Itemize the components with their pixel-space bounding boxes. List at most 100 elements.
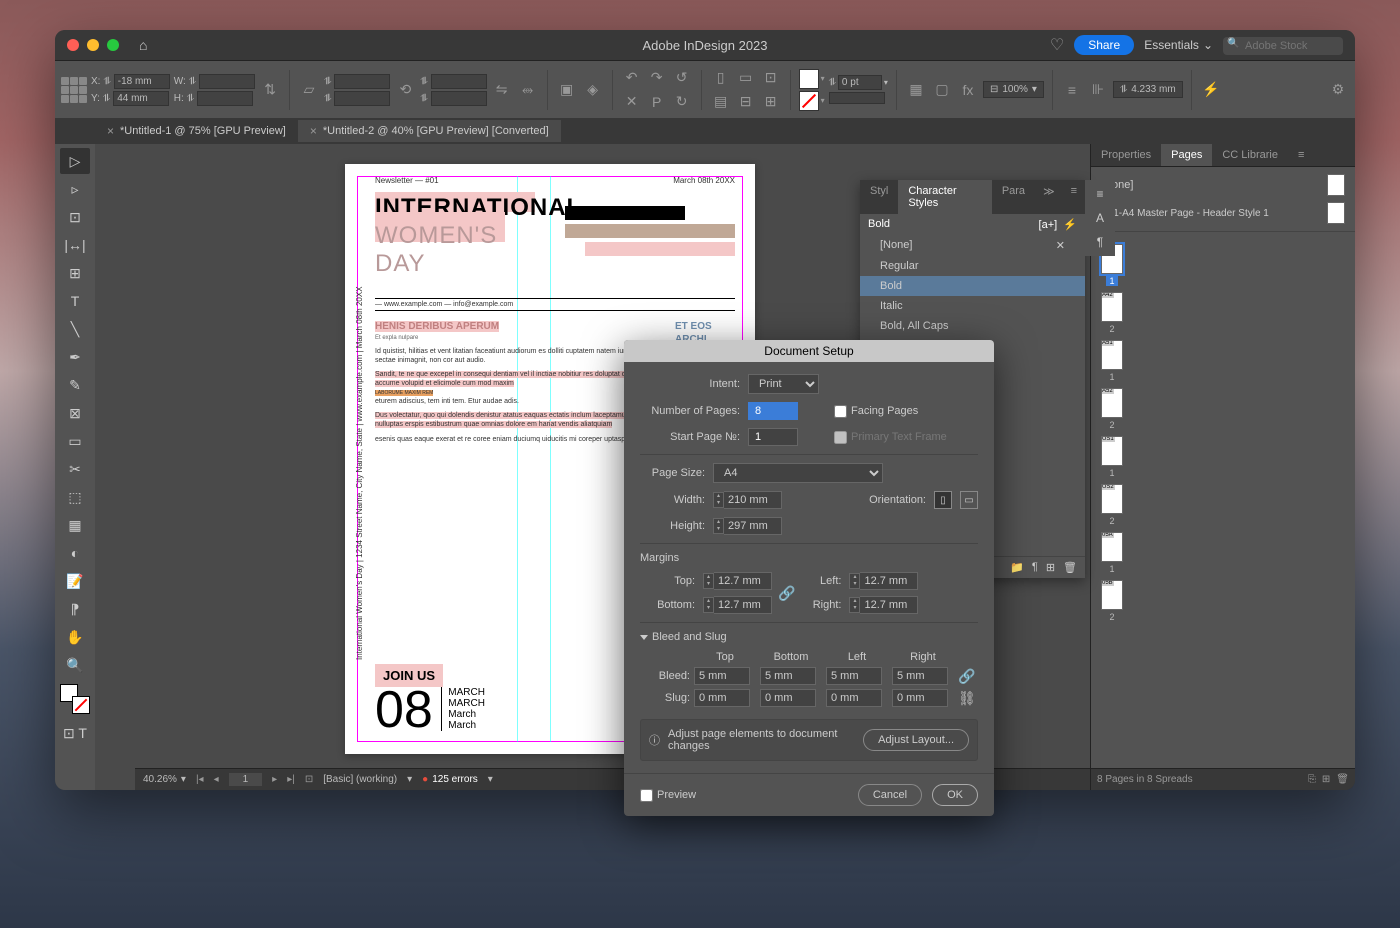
share-button[interactable]: Share bbox=[1074, 35, 1134, 55]
error-count[interactable]: 125 errors bbox=[422, 774, 478, 785]
select-content-icon[interactable]: ▣ bbox=[556, 79, 578, 101]
hand-tool[interactable]: ✋ bbox=[60, 624, 90, 650]
flip-v-icon[interactable]: ⥈ bbox=[517, 79, 539, 101]
page-thumbnail[interactable]: A51 bbox=[1101, 340, 1123, 370]
reference-point[interactable] bbox=[61, 77, 87, 103]
rotate-icon[interactable]: ⟲ bbox=[394, 79, 416, 101]
zoom-level[interactable]: 40.26%▾ bbox=[143, 774, 186, 785]
page-tool[interactable]: ⊡ bbox=[60, 204, 90, 230]
master-a41[interactable]: A41-A4 Master Page - Header Style 1 bbox=[1091, 199, 1355, 227]
constrain-icon[interactable]: ⇅ bbox=[259, 79, 281, 101]
slug-bottom[interactable] bbox=[760, 689, 816, 707]
margin-top-input[interactable] bbox=[714, 572, 772, 590]
page-thumbnail[interactable]: 05B bbox=[1101, 580, 1123, 610]
style-item[interactable]: Bold, All Caps bbox=[860, 316, 1085, 336]
style-item[interactable]: Italic bbox=[860, 296, 1085, 316]
next-page-icon[interactable]: ▸ bbox=[272, 774, 277, 785]
doc-tab-1[interactable]: ×*Untitled-1 @ 75% [GPU Preview] bbox=[95, 120, 298, 142]
bleed-slug-label[interactable]: Bleed and Slug bbox=[640, 631, 978, 643]
workspace-selector[interactable]: Essentials⌄ bbox=[1144, 38, 1213, 52]
x-position[interactable] bbox=[114, 74, 170, 89]
content-collector-tool[interactable]: ⊞ bbox=[60, 260, 90, 286]
landscape-button[interactable]: ▭ bbox=[960, 491, 978, 509]
panel-menu-icon[interactable]: ≡ bbox=[1288, 144, 1314, 166]
maximize-window[interactable] bbox=[107, 39, 119, 51]
minimize-window[interactable] bbox=[87, 39, 99, 51]
bleed-bottom[interactable] bbox=[760, 667, 816, 685]
portrait-button[interactable]: ▯ bbox=[934, 491, 952, 509]
intent-select[interactable]: Print bbox=[748, 374, 819, 394]
slug-left[interactable] bbox=[826, 689, 882, 707]
distribute-icon[interactable]: ⊪ bbox=[1087, 79, 1109, 101]
lightbulb-icon[interactable]: ♡ bbox=[1050, 35, 1064, 55]
select-container-icon[interactable]: ◈ bbox=[582, 79, 604, 101]
scissors-tool[interactable]: ✂ bbox=[60, 456, 90, 482]
tab-properties[interactable]: Properties bbox=[1091, 144, 1161, 166]
pen-tool[interactable]: ✒ bbox=[60, 344, 90, 370]
shear[interactable] bbox=[431, 91, 487, 106]
close-window[interactable] bbox=[67, 39, 79, 51]
direct-selection-tool[interactable]: ▹ bbox=[60, 176, 90, 202]
close-icon[interactable]: × bbox=[107, 124, 114, 138]
first-page-icon[interactable]: |◂ bbox=[196, 774, 204, 785]
trash-icon[interactable]: 🗑 bbox=[1063, 561, 1077, 574]
style-item[interactable]: Bold bbox=[860, 276, 1085, 296]
style-item[interactable]: [None]✕ bbox=[860, 235, 1085, 256]
settings-icon[interactable]: ⚙ bbox=[1327, 79, 1349, 101]
text-wrap-icon[interactable]: ▦ bbox=[905, 79, 927, 101]
tab-cc-libraries[interactable]: CC Librarie bbox=[1212, 144, 1288, 166]
scale-icon[interactable]: ▱ bbox=[298, 79, 320, 101]
page-size-select[interactable]: A4 bbox=[713, 463, 883, 483]
page-thumbnail[interactable]: A52 bbox=[1101, 388, 1123, 418]
margin-left-input[interactable] bbox=[860, 572, 918, 590]
note-tool[interactable]: 📝 bbox=[60, 568, 90, 594]
adjust-layout-button[interactable]: Adjust Layout... bbox=[863, 729, 969, 751]
home-icon[interactable]: ⌂ bbox=[139, 37, 147, 53]
ok-button[interactable]: OK bbox=[932, 784, 978, 806]
bolt-icon[interactable]: ⚡ bbox=[1200, 79, 1222, 101]
align-icon[interactable]: ≡ bbox=[1061, 79, 1083, 101]
new-style-icon[interactable]: [a+] bbox=[1039, 219, 1058, 231]
rectangle-tool[interactable]: ▭ bbox=[60, 428, 90, 454]
cancel-button[interactable]: Cancel bbox=[858, 784, 922, 806]
facing-pages-check[interactable]: Facing Pages bbox=[834, 405, 918, 418]
stroke-swatch[interactable] bbox=[799, 91, 819, 111]
corner-options-icon[interactable]: ▢ bbox=[931, 79, 953, 101]
y-position[interactable] bbox=[113, 91, 169, 106]
panel-menu-icon[interactable]: ≡ bbox=[1063, 180, 1085, 214]
gradient-feather-tool[interactable]: ◐ bbox=[60, 540, 90, 566]
flip-h-icon[interactable]: ⇋ bbox=[491, 79, 513, 101]
fill-stroke-swap[interactable] bbox=[60, 684, 90, 714]
preview-check[interactable]: Preview bbox=[640, 789, 696, 802]
free-transform-tool[interactable]: ⬚ bbox=[60, 484, 90, 510]
stroke-weight[interactable] bbox=[838, 75, 882, 90]
margin-right-input[interactable] bbox=[860, 596, 918, 614]
margin-bottom-input[interactable] bbox=[714, 596, 772, 614]
clear-icon[interactable]: ✕ bbox=[1056, 239, 1065, 252]
page-height-input[interactable] bbox=[724, 517, 782, 535]
dock-icon-1[interactable]: ≡ bbox=[1089, 184, 1111, 204]
close-icon[interactable]: × bbox=[310, 124, 317, 138]
page-thumbnail[interactable]: US2 bbox=[1101, 484, 1123, 514]
link-slug-icon[interactable]: ⛓ bbox=[958, 690, 978, 707]
new-page-icon[interactable]: ⊞ bbox=[1322, 774, 1330, 785]
last-page-icon[interactable]: ▸| bbox=[287, 774, 295, 785]
new-icon[interactable]: ⊞ bbox=[1046, 561, 1055, 574]
scale-y[interactable] bbox=[334, 91, 390, 106]
master-none[interactable]: [None] bbox=[1091, 171, 1355, 199]
line-tool[interactable]: ╲ bbox=[60, 316, 90, 342]
slug-right[interactable] bbox=[892, 689, 948, 707]
selection-tool[interactable]: ▷ bbox=[60, 148, 90, 174]
edit-page-icon[interactable]: ⎘ bbox=[1308, 774, 1316, 785]
expand-icon[interactable]: ≫ bbox=[1035, 180, 1063, 214]
gradient-swatch-tool[interactable]: ▦ bbox=[60, 512, 90, 538]
pencil-tool[interactable]: ✎ bbox=[60, 372, 90, 398]
effects-icon[interactable]: fx bbox=[957, 79, 979, 101]
start-page-input[interactable] bbox=[748, 428, 798, 446]
doc-tab-2[interactable]: ×*Untitled-2 @ 40% [GPU Preview] [Conver… bbox=[298, 120, 561, 142]
style-folder-icon[interactable]: 📁 bbox=[1010, 561, 1024, 574]
opacity-field[interactable]: ⊟100%▾ bbox=[983, 81, 1044, 98]
page-thumbnail[interactable]: A42 bbox=[1101, 292, 1123, 322]
prev-page-icon[interactable]: ◂ bbox=[214, 774, 219, 785]
tab-para[interactable]: Para bbox=[992, 180, 1035, 214]
